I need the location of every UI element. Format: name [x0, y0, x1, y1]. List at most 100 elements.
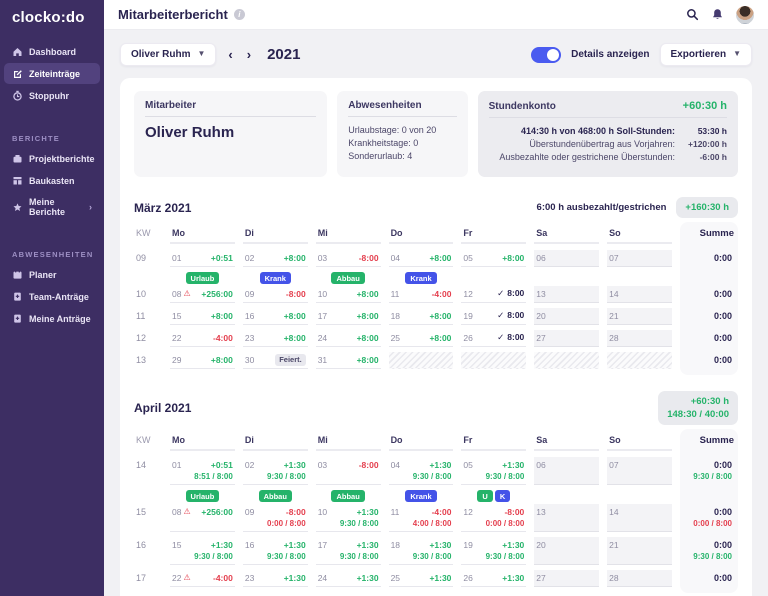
day-number: 25 — [391, 573, 400, 583]
day-number: 01 — [172, 253, 181, 263]
app-logo[interactable]: clocko:do — [0, 0, 104, 40]
day-cell: 06 — [534, 250, 599, 267]
sidebar-item-meine-antr-ge[interactable]: Meine Anträge — [4, 308, 100, 329]
day-column-header: Mo — [170, 226, 235, 244]
details-toggle[interactable] — [531, 47, 561, 63]
sidebar-item-meine-berichte[interactable]: Meine Berichte› — [4, 192, 100, 222]
page-title: Mitarbeiterbericht — [118, 7, 228, 22]
check-icon: ✓ — [497, 288, 504, 298]
day-cell: 01+0:518:51 / 8:00 — [170, 457, 235, 485]
summe-cell: 0:00 — [680, 570, 738, 587]
day-value: +1:30 — [429, 460, 451, 470]
sidebar-item-zeiteintr-ge[interactable]: Zeiteinträge — [4, 63, 100, 84]
day-number: 18 — [391, 311, 400, 321]
briefcase-icon — [12, 153, 23, 164]
hours-account-row: 414:30 h von 468:00 h Soll-Stunden:53:30… — [489, 125, 727, 138]
day-cell: 26+1:30 — [461, 570, 526, 587]
sidebar-item-projektberichte[interactable]: Projektberichte — [4, 148, 100, 169]
summe-cell: 0:00 — [680, 272, 738, 303]
day-cell: 25+8:00 — [389, 330, 454, 347]
kw-number: 10 — [136, 289, 146, 299]
day-number: 09 — [245, 289, 254, 299]
month-total-line: 148:30 / 40:00 — [667, 408, 729, 421]
day-number: 21 — [609, 540, 618, 550]
day-number: 20 — [536, 540, 545, 550]
day-value: -8:00 — [286, 289, 306, 299]
sidebar-item-label: Meine Berichte — [29, 197, 83, 217]
sidebar-item-team-antr-ge[interactable]: Team-Anträge — [4, 286, 100, 307]
day-column-header: Fr — [461, 433, 526, 451]
day-number: 24 — [318, 333, 327, 343]
day-number: 18 — [391, 540, 400, 550]
week-row: 1329+8:0030Feiert.31+8:000:00 — [134, 349, 738, 371]
kw-number: 13 — [136, 355, 146, 365]
day-cell: 23+1:30 — [243, 570, 308, 587]
day-cell — [389, 352, 454, 369]
day-value: -4:00 — [432, 289, 452, 299]
day-number: 24 — [318, 573, 327, 583]
day-cell: 29+8:00 — [170, 352, 235, 369]
day-number: 15 — [172, 311, 181, 321]
user-selector[interactable]: Oliver Ruhm ▼ — [120, 43, 216, 66]
day-cell: 17+1:309:30 / 8:00 — [316, 537, 381, 565]
employee-name: Oliver Ruhm — [145, 124, 316, 141]
summary-row: Mitarbeiter Oliver Ruhm Abwesenheiten Ur… — [134, 91, 738, 177]
sidebar-item-baukasten[interactable]: Baukasten — [4, 170, 100, 191]
topbar: Mitarbeiterbericht i — [104, 0, 768, 30]
day-cell: Urlaub08⚠+256:00 — [170, 272, 235, 303]
absence-badge: Krank — [405, 490, 436, 502]
day-number: 23 — [245, 333, 254, 343]
absence-stat: Krankheitstage: 0 — [348, 137, 456, 150]
day-number: 26 — [463, 333, 472, 343]
day-number: 06 — [536, 460, 545, 470]
report-toolbar: Oliver Ruhm ▼ ‹ › 2021 Details anzeigen … — [104, 30, 768, 76]
day-detail-value: 8:51 / 8:00 — [172, 471, 233, 482]
day-cell: 03-8:00 — [316, 457, 381, 485]
day-cell: 04+8:00 — [389, 250, 454, 267]
month-header-right: +60:30 h148:30 / 40:00 — [658, 391, 738, 425]
sidebar-item-planer[interactable]: Planer — [4, 264, 100, 285]
day-cell: 13 — [534, 272, 599, 303]
employee-card-label: Mitarbeiter — [145, 100, 196, 111]
info-icon[interactable]: i — [234, 9, 245, 20]
day-cell: 20 — [534, 308, 599, 325]
avatar[interactable] — [736, 6, 754, 24]
sidebar-section-label: ABWESENHEITEN — [0, 244, 104, 263]
day-cell: 26✓8:00 — [461, 330, 526, 347]
sidebar-item-stoppuhr[interactable]: Stoppuhr — [4, 85, 100, 106]
day-cell: 15+8:00 — [170, 308, 235, 325]
export-button[interactable]: Exportieren ▼ — [660, 43, 753, 66]
summe-value: 0:00 — [714, 460, 736, 470]
day-cell: 27 — [534, 570, 599, 587]
table-header-row: KWMoDiMiDoFrSaSoSumme — [134, 226, 738, 244]
next-year-button[interactable]: › — [245, 48, 253, 61]
day-value: +0:51 — [211, 253, 233, 263]
day-detail-value: 9:30 / 8:00 — [391, 551, 452, 562]
summe-value: 0:00 — [714, 573, 736, 583]
summe-value: 0:00 — [714, 311, 736, 321]
day-detail-value: 9:30 / 8:00 — [245, 471, 306, 482]
bell-icon[interactable] — [711, 8, 724, 21]
kw-column-header: KW — [134, 226, 162, 244]
kw-number: 16 — [136, 540, 146, 550]
month-total-badge: +60:30 h148:30 / 40:00 — [658, 391, 738, 425]
summe-value: 0:00 — [714, 289, 736, 299]
sidebar-item-dashboard[interactable]: Dashboard — [4, 41, 100, 62]
day-value: +8:00 — [429, 333, 451, 343]
day-number: 17 — [318, 311, 327, 321]
day-cell — [534, 352, 599, 369]
search-icon[interactable] — [686, 8, 699, 21]
day-column-header: Di — [243, 226, 308, 244]
month-total-line: +60:30 h — [667, 395, 729, 408]
warning-icon: ⚠ — [183, 290, 190, 298]
day-column-header: Mi — [316, 433, 381, 451]
prev-year-button[interactable]: ‹ — [226, 48, 234, 61]
sidebar-nav: DashboardZeiteinträgeStoppuhrBERICHTEPro… — [0, 41, 104, 329]
day-detail-value: 9:30 / 8:00 — [463, 471, 524, 482]
day-number: 05 — [463, 253, 472, 263]
day-column-header: So — [607, 226, 672, 244]
month-title: März 2021 — [134, 201, 191, 215]
home-icon — [12, 46, 23, 57]
kw-cell: 10 — [134, 272, 162, 303]
calendar-icon — [12, 269, 23, 280]
